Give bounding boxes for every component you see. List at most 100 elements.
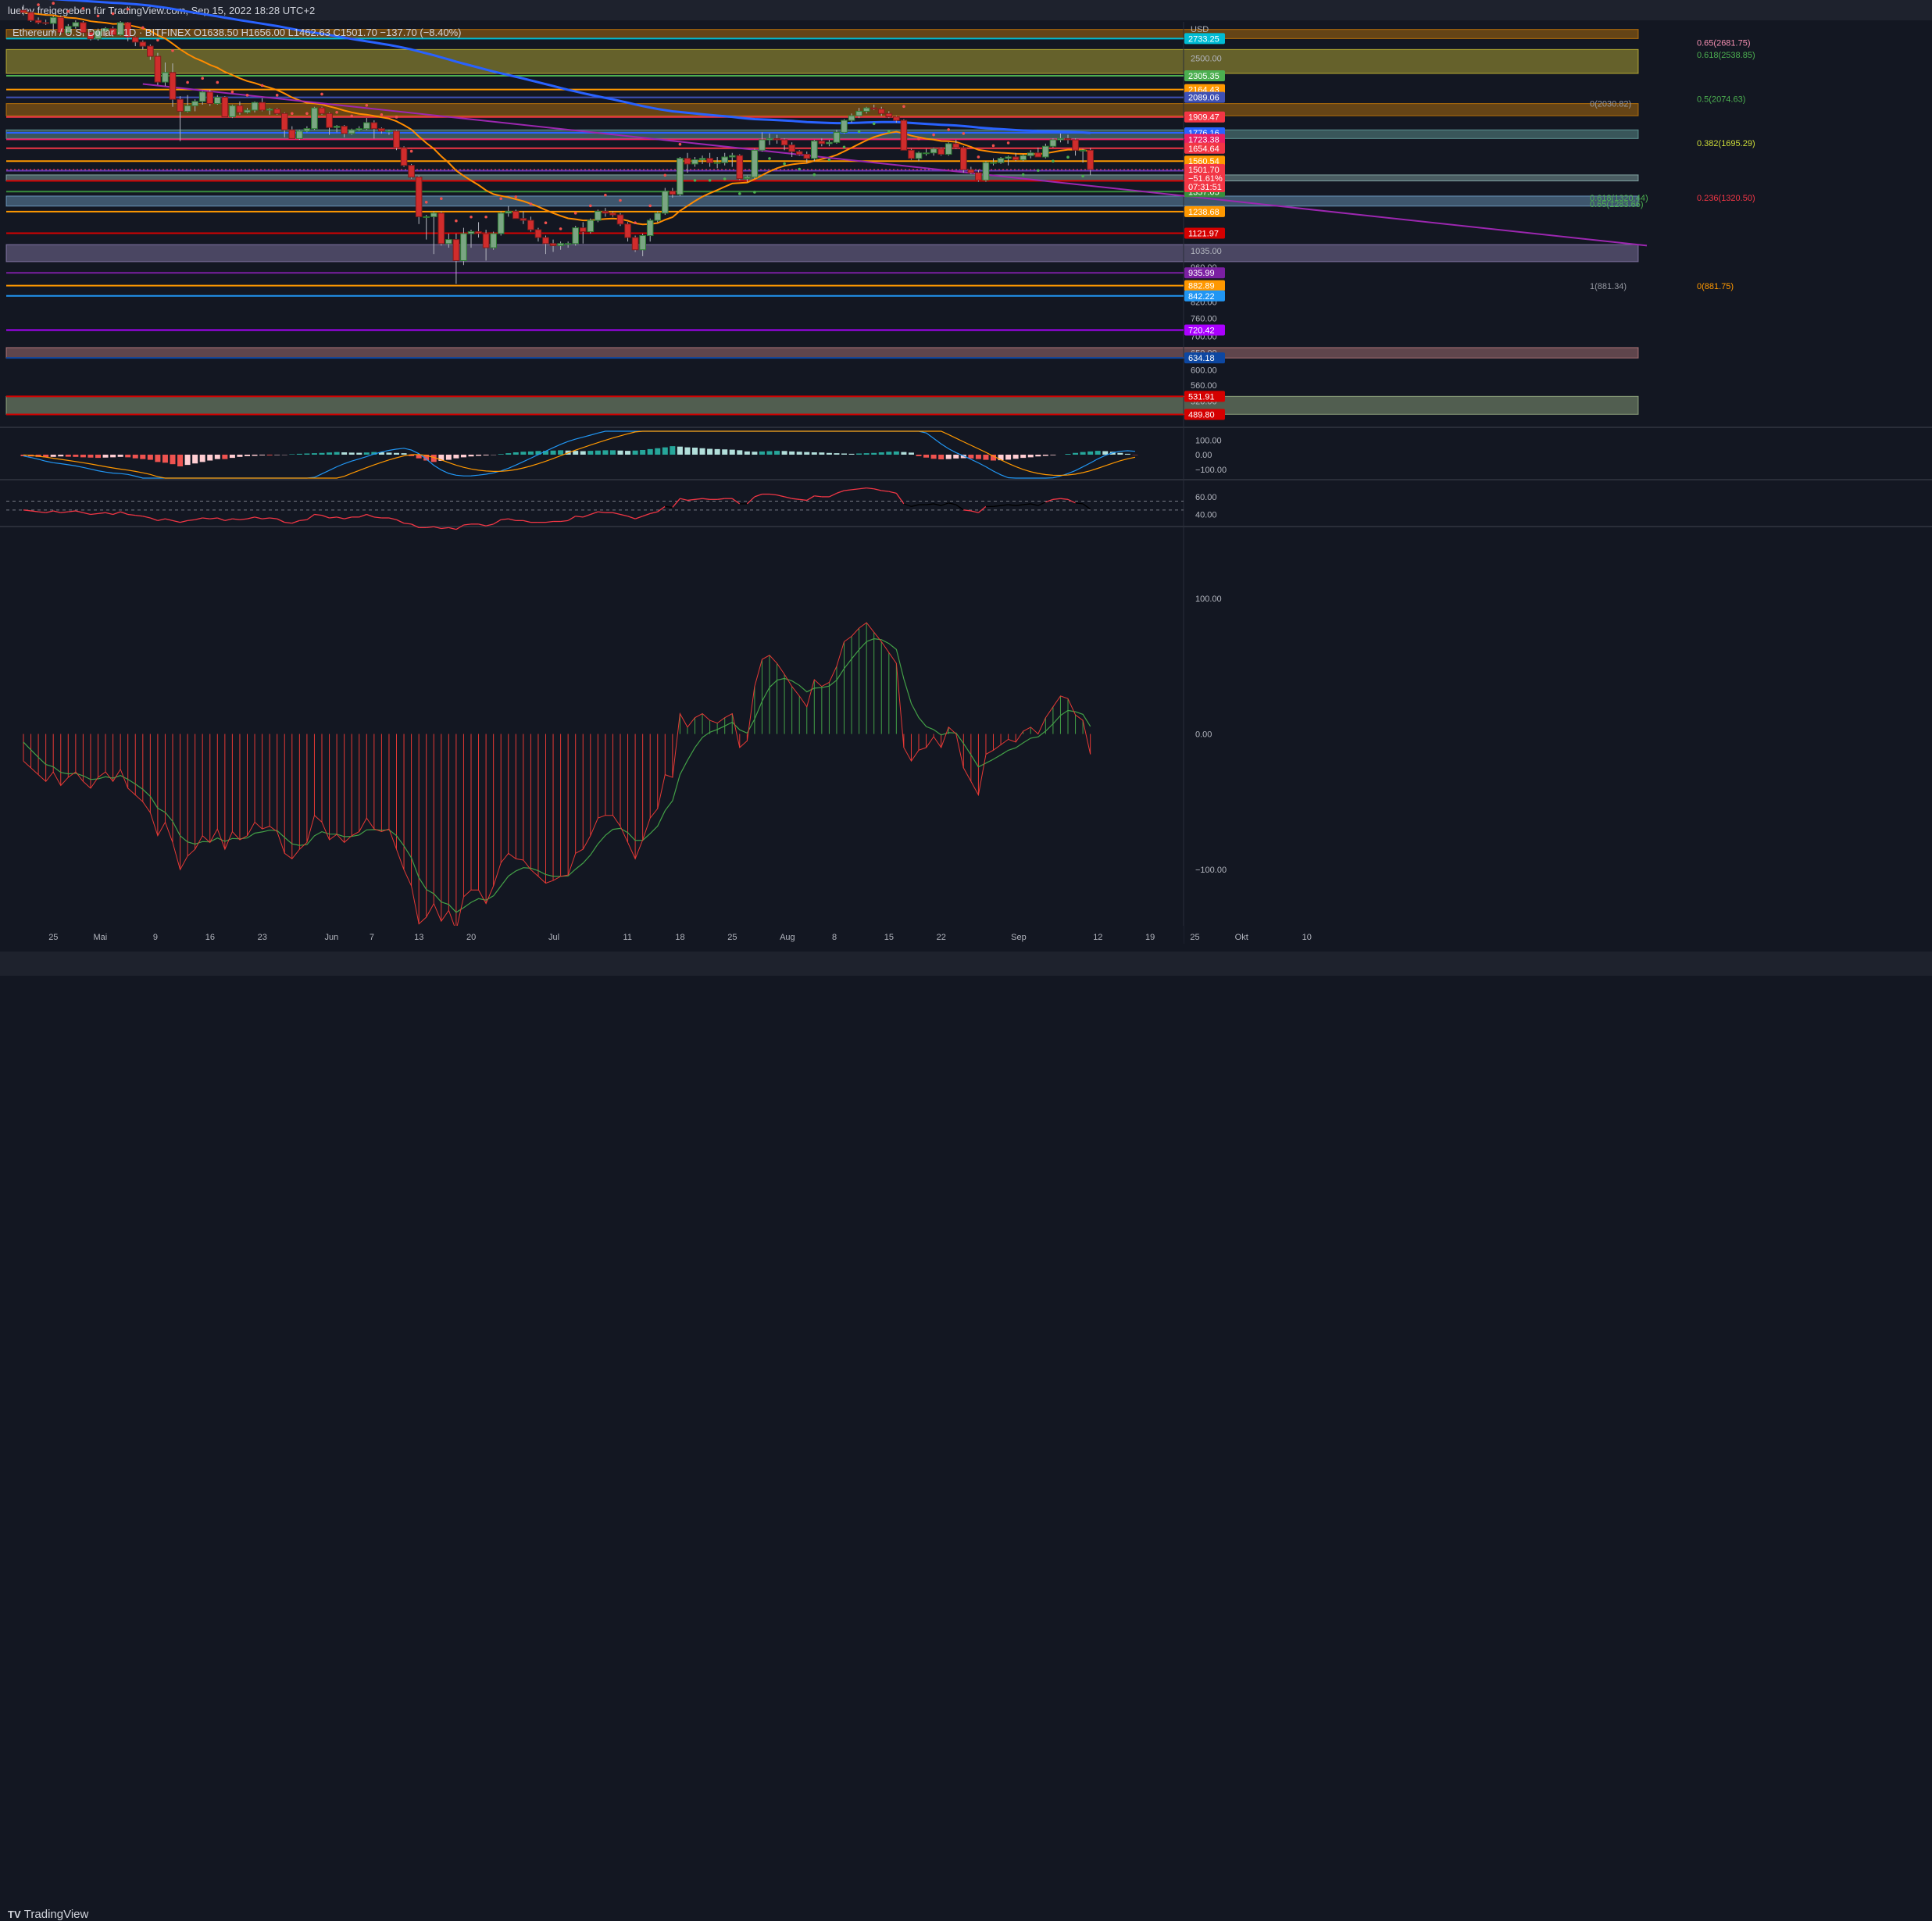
rsi-segment — [927, 504, 934, 505]
time-axis-tick: 11 — [623, 933, 632, 942]
price-tag-label: 489.80 — [1188, 410, 1215, 420]
time-axis-tick: Jun — [325, 933, 339, 942]
rsi-segment — [866, 488, 874, 489]
rsi-segment — [217, 518, 225, 520]
time-axis: 25Mai91623Jun71320Jul111825Aug81522Sep12… — [0, 926, 1312, 944]
oscillator-axis-tick: 100.00 — [1195, 595, 1222, 604]
macd-histogram-bar — [476, 455, 481, 456]
macd-histogram-bar — [894, 452, 899, 455]
current-price-countdown: 07:31:51 — [1188, 183, 1222, 192]
rsi-segment — [859, 488, 867, 489]
candle — [341, 127, 348, 134]
macd-histogram-bar — [341, 452, 347, 455]
candle — [684, 159, 691, 164]
rsi-segment — [934, 504, 941, 505]
psar-dot — [1022, 173, 1025, 177]
chart-canvas[interactable]: 0.65(2681.75)0.618(2538.85)0.5(2074.63)0… — [0, 0, 1932, 952]
fib-label: 0.618(2538.85) — [1697, 51, 1755, 60]
psar-dot — [395, 116, 398, 119]
macd-histogram-bar — [827, 453, 832, 455]
macd-histogram-bar — [51, 455, 56, 457]
macd-histogram-bar — [1043, 455, 1048, 456]
candle — [945, 144, 952, 155]
psar-dot — [679, 143, 682, 146]
fib-label: 0.65(2681.75) — [1697, 39, 1751, 48]
candle — [304, 129, 310, 131]
psar-dot — [738, 192, 741, 195]
macd-histogram-bar — [618, 451, 623, 455]
candle — [364, 123, 370, 129]
macd-histogram-bar — [938, 455, 944, 459]
rsi-segment — [792, 498, 800, 499]
time-axis-tick: 9 — [153, 933, 158, 942]
candle — [543, 237, 549, 244]
oscillator-axis-tick: 0.00 — [1195, 451, 1212, 460]
candle — [625, 224, 631, 237]
macd-histogram-bar — [580, 452, 586, 455]
candle — [894, 117, 900, 120]
psar-dot — [887, 130, 891, 134]
candle — [259, 102, 266, 110]
candle — [737, 155, 743, 178]
ema-short-line — [23, 12, 1091, 224]
time-axis-tick: 8 — [832, 933, 837, 942]
rsi-segment — [911, 505, 919, 506]
psar-dot — [366, 104, 369, 107]
macd-histogram-bar — [505, 453, 511, 455]
candle — [1005, 157, 1012, 159]
macd-histogram-bar — [177, 455, 183, 466]
macd-histogram-bar — [1102, 452, 1108, 455]
macd-histogram-bar — [230, 455, 235, 458]
candle — [647, 220, 653, 235]
candle — [729, 155, 735, 157]
rsi-segment — [46, 511, 54, 512]
rsi-segment — [53, 511, 61, 512]
candle — [192, 102, 198, 106]
candle — [976, 173, 982, 180]
candle — [714, 162, 720, 163]
rsi-segment — [158, 519, 166, 520]
macd-histogram-bar — [125, 455, 130, 457]
rsi-segment — [374, 517, 382, 518]
macd-histogram-bar — [1020, 455, 1026, 458]
candle — [909, 150, 915, 158]
time-axis-tick: 18 — [675, 933, 684, 942]
candle — [670, 191, 676, 195]
macd-histogram-bar — [1035, 455, 1041, 456]
psar-dot — [768, 157, 771, 160]
macd-histogram-bar — [752, 452, 757, 455]
time-axis-tick: 7 — [370, 933, 374, 942]
rsi-segment — [665, 506, 673, 507]
rsi-segment — [173, 520, 180, 522]
psar-dot — [977, 155, 980, 159]
symbol-legend[interactable]: Ethereum / U.S. Dollar · 1D · BITFINEX O… — [12, 27, 462, 38]
time-axis-tick: Aug — [780, 933, 795, 942]
macd-histogram-bar — [207, 455, 212, 461]
rsi-segment — [509, 519, 516, 520]
psar-dot — [530, 202, 533, 205]
psar-dot — [186, 81, 189, 84]
rsi-segment — [971, 511, 979, 512]
macd-histogram-bar — [95, 455, 101, 458]
macd-histogram-bar — [58, 455, 63, 456]
candle — [1050, 140, 1056, 146]
rsi-segment — [1053, 498, 1061, 499]
rsi-segment — [292, 520, 300, 523]
rsi-segment — [1083, 504, 1091, 509]
time-axis-tick: 25 — [727, 933, 737, 942]
macd-histogram-bar — [1117, 453, 1123, 455]
macd-histogram-bar — [110, 455, 116, 457]
psar-dot — [350, 115, 353, 118]
rsi-segment — [591, 512, 598, 514]
price-axis-unit: USD — [1191, 25, 1209, 34]
candle — [207, 92, 213, 104]
candle — [1073, 140, 1079, 150]
candle — [617, 215, 623, 224]
candle — [916, 153, 922, 159]
psar-dot — [1052, 159, 1055, 162]
candle — [1058, 138, 1064, 140]
psar-dot — [559, 227, 562, 230]
psar-dot — [97, 15, 100, 18]
time-axis-tick: Sep — [1011, 933, 1027, 942]
rsi-segment — [889, 491, 897, 493]
